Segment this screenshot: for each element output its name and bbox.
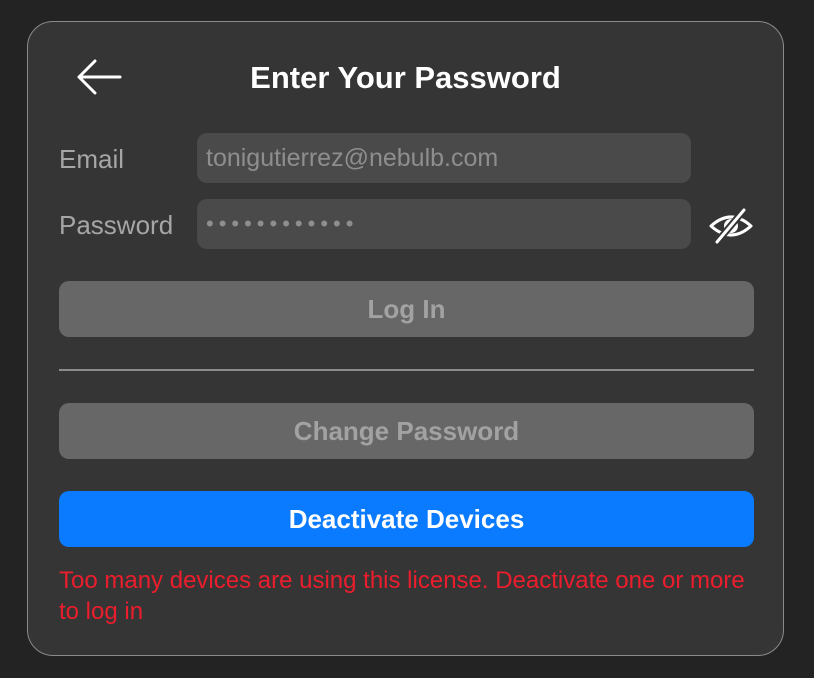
error-message: Too many devices are using this license.… [59,567,745,625]
password-field[interactable]: •••••••••••• [197,199,691,249]
email-label: Email [59,144,125,174]
divider [59,369,754,371]
toggle-password-visibility-button[interactable] [706,203,756,249]
email-field[interactable]: tonigutierrez@nebulb.com [197,133,691,183]
dialog-title: Enter Your Password [250,60,561,95]
eye-slash-icon [709,206,753,246]
login-button[interactable]: Log In [59,281,754,337]
deactivate-devices-button[interactable]: Deactivate Devices [59,491,754,547]
password-dialog: Enter Your Password Email tonigutierrez@… [27,21,784,656]
change-password-button[interactable]: Change Password [59,403,754,459]
password-label: Password [59,210,174,240]
